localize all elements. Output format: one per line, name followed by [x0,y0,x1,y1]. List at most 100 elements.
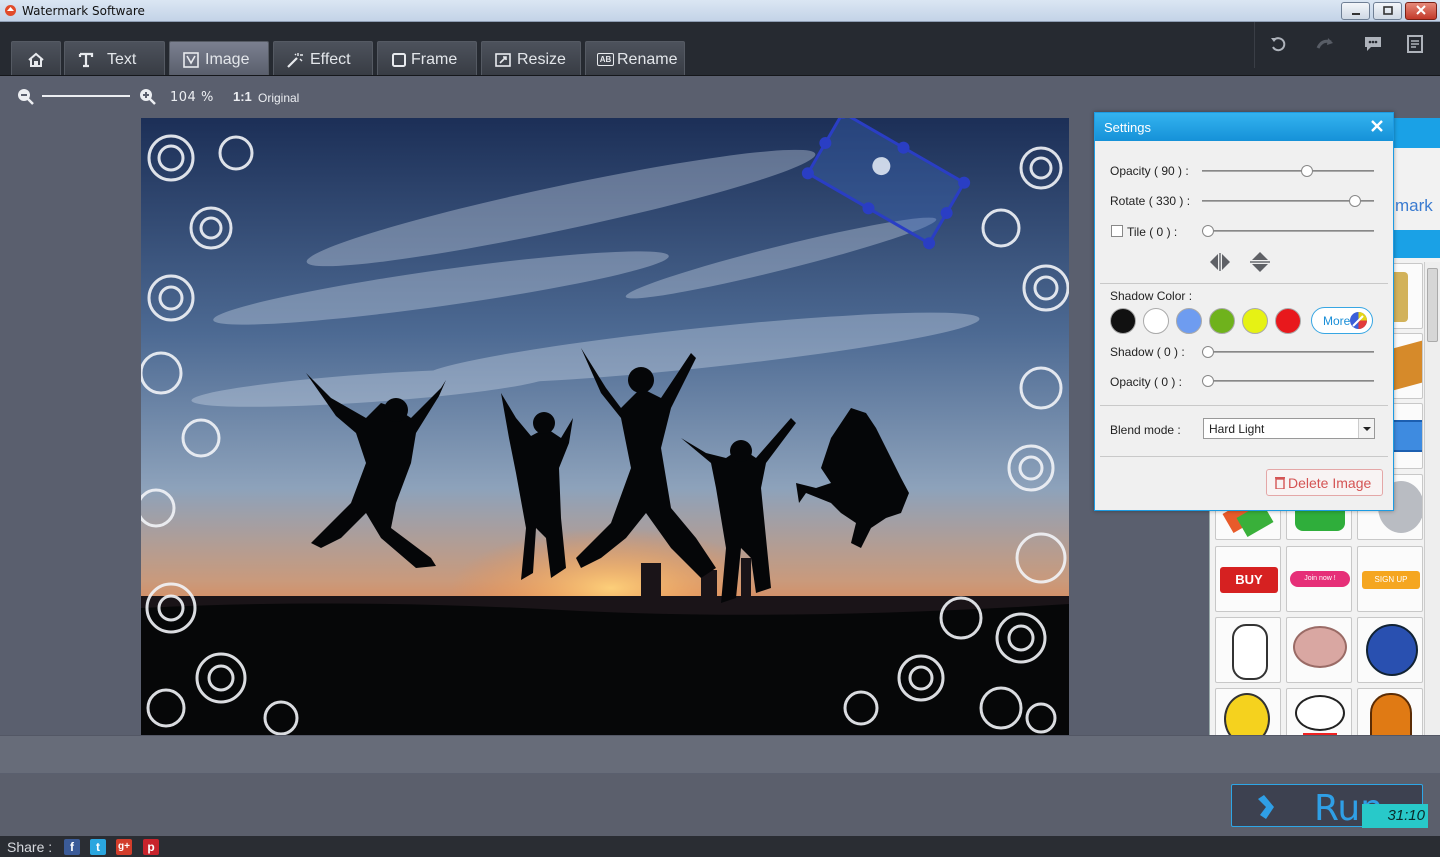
actual-size-icon[interactable]: 1:1 [233,89,252,104]
photo-image [141,118,1069,735]
settings-header: Settings [1095,113,1393,141]
twitter-icon[interactable]: t [90,839,106,855]
settings-title: Settings [1104,120,1151,135]
zoom-slider[interactable] [42,95,130,97]
shadow-label: Shadow ( 0 ) : [1110,345,1185,359]
window-title: Watermark Software [22,4,145,18]
divider [1100,283,1388,284]
google-plus-icon[interactable]: g+ [116,839,132,855]
gallery-item-sign-up[interactable]: SIGN UP [1357,546,1423,612]
gallery-item-sheep[interactable] [1286,617,1352,683]
share-bar: Share : f t g+ p [0,836,1440,857]
divider [1100,405,1388,406]
more-colors-button[interactable]: More [1311,307,1373,334]
tab-image[interactable]: Image [169,41,269,75]
image-icon [183,52,199,68]
shadow-opacity-slider[interactable] [1202,375,1374,387]
opacity-label: Opacity ( 90 ) : [1110,164,1189,178]
pinterest-icon[interactable]: p [143,839,159,855]
status-bar [0,735,1440,773]
toolbar-actions [1254,22,1440,68]
shadow-color-swatch[interactable] [1143,308,1169,334]
more-colors-label: More [1323,314,1351,328]
close-icon[interactable] [1369,118,1385,134]
tab-rename[interactable]: AB Rename [585,41,685,75]
flip-horizontal-icon[interactable] [1208,251,1232,273]
app-icon [5,5,16,16]
photo-canvas[interactable] [141,118,1069,735]
tab-text-label: Text [107,51,137,68]
shadow-slider[interactable] [1202,346,1374,358]
rotate-label: Rotate ( 330 ) : [1110,194,1191,208]
opacity-slider[interactable] [1202,165,1374,177]
undo-icon[interactable] [1268,33,1290,55]
tab-home[interactable] [11,41,61,75]
tab-effect-label: Effect [310,51,351,68]
gallery-scroll-thumb[interactable] [1427,268,1438,342]
gallery-title-partial: mark [1395,196,1433,215]
gallery-scrollbar[interactable] [1424,262,1440,735]
shadow-color-swatch[interactable] [1176,308,1202,334]
delete-image-label: Delete Image [1288,475,1372,491]
frame-icon [392,53,406,67]
resize-icon [495,53,511,67]
zoom-percent: 104 % [170,90,214,105]
shadow-color-swatch[interactable] [1209,308,1235,334]
text-icon [78,52,94,68]
original-size-button[interactable]: Original [258,91,299,105]
divider [1100,456,1388,457]
run-icon [1258,795,1274,819]
gallery-item-tiger[interactable] [1215,617,1281,683]
blend-mode-label: Blend mode : [1110,423,1181,437]
shadow-color-swatch[interactable] [1110,308,1136,334]
shadow-color-label: Shadow Color : [1110,289,1193,303]
close-button[interactable] [1405,2,1437,20]
magic-wand-icon [287,53,303,68]
trash-icon [1275,477,1285,489]
shadow-color-swatch[interactable] [1275,308,1301,334]
list-icon[interactable] [1404,33,1426,55]
tab-frame[interactable]: Frame [377,41,477,75]
tile-slider-thumb[interactable] [1202,225,1214,237]
comment-icon[interactable] [1362,33,1384,55]
blend-mode-select[interactable]: Hard Light [1203,418,1375,439]
share-label: Share : [7,839,53,855]
rename-icon: AB [597,53,614,66]
tab-rename-label: Rename [617,51,678,68]
tab-resize[interactable]: Resize [481,41,581,75]
chevron-down-icon [1358,419,1374,438]
main-toolbar: Text Image Effect Frame Resize AB Rename [0,22,1440,76]
tab-text[interactable]: Text [64,41,165,75]
zoom-bar: 104 % 1:1 Original [0,77,1440,117]
color-picker-icon [1350,312,1367,329]
redo-icon[interactable] [1314,33,1336,55]
zoom-out-icon[interactable] [16,87,36,107]
shadow-opacity-slider-thumb[interactable] [1202,375,1214,387]
timer-badge: 31:10 [1362,804,1428,828]
shadow-opacity-label: Opacity ( 0 ) : [1110,375,1183,389]
zoom-in-icon[interactable] [138,87,158,107]
flip-vertical-icon[interactable] [1248,251,1272,273]
facebook-icon[interactable]: f [64,839,80,855]
shadow-slider-thumb[interactable] [1202,346,1214,358]
restore-button[interactable] [1373,2,1402,20]
gallery-item-penguin[interactable] [1357,617,1423,683]
home-icon [28,52,44,67]
blend-mode-value: Hard Light [1209,422,1265,436]
tab-resize-label: Resize [517,51,566,68]
bottom-bar: Run [0,774,1440,836]
tile-slider[interactable] [1202,225,1374,237]
settings-dialog: Settings Opacity ( 90 ) : Rotate ( 330 )… [1094,112,1394,511]
minimize-button[interactable] [1341,2,1370,20]
delete-image-button[interactable]: Delete Image [1266,469,1383,496]
tab-frame-label: Frame [411,51,458,68]
tab-image-label: Image [205,51,250,68]
tab-effect[interactable]: Effect [273,41,373,75]
rotate-slider-thumb[interactable] [1349,195,1362,207]
shadow-color-swatch[interactable] [1242,308,1268,334]
rotate-slider[interactable] [1202,195,1374,207]
gallery-item-join-now[interactable]: Join now ! [1286,546,1352,612]
tile-checkbox[interactable] [1111,225,1123,237]
gallery-item-buy[interactable]: BUY [1215,546,1281,612]
opacity-slider-thumb[interactable] [1301,165,1314,177]
